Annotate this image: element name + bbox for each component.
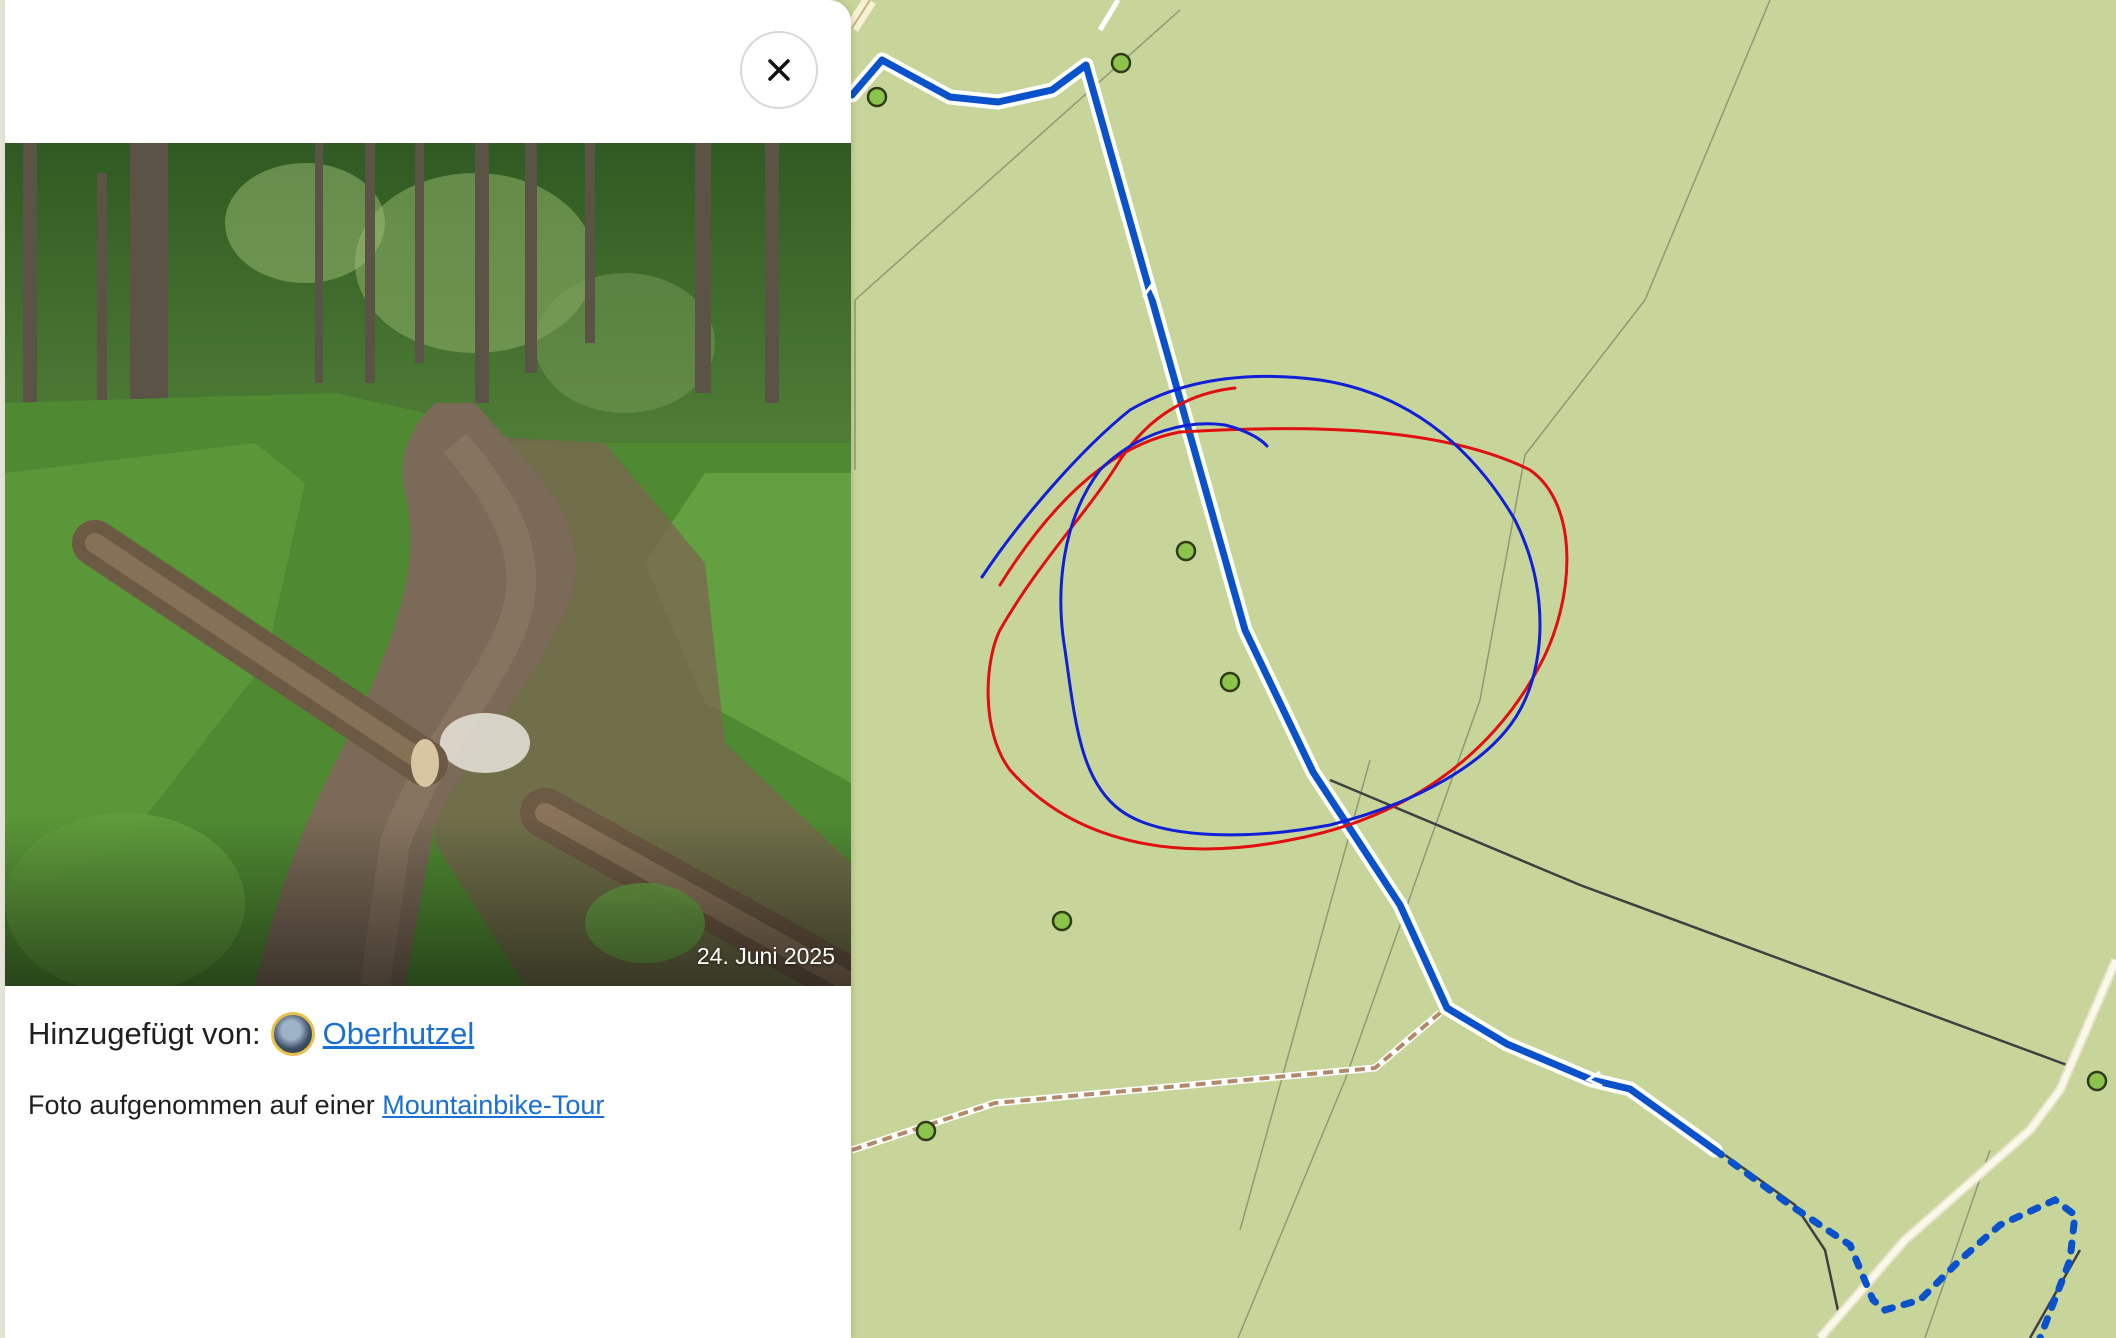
footpath <box>851 1011 1442 1152</box>
photo-caption-text: Foto aufgenommen auf einer <box>28 1090 375 1120</box>
poi-marker[interactable] <box>2086 1070 2108 1092</box>
author-link[interactable]: Oberhutzel <box>323 1016 475 1052</box>
avatar[interactable] <box>270 1012 315 1056</box>
route-outline <box>844 52 1723 1158</box>
annotation-red-circle <box>986 386 1569 851</box>
tour-link[interactable]: Mountainbike-Tour <box>382 1090 604 1120</box>
trail-photo[interactable]: 24. Juni 2025 <box>5 143 851 986</box>
app-window: 24. Juni 2025 Hinzugefügt von: Oberhutze… <box>0 0 2116 1338</box>
photo-image <box>5 143 851 986</box>
added-by-label: Hinzugefügt von: <box>28 1016 261 1051</box>
photo-date: 24. Juni 2025 <box>696 943 835 969</box>
poi-marker[interactable] <box>1051 910 1073 932</box>
photo-caption: Foto aufgenommen auf einer Mountainbike-… <box>28 1090 604 1121</box>
road <box>1097 0 1121 32</box>
tour-route[interactable] <box>848 56 1719 1154</box>
poi-marker[interactable] <box>1175 540 1197 562</box>
close-icon <box>768 59 790 81</box>
footpath-outline <box>850 1010 1443 1154</box>
poi-marker[interactable] <box>915 1120 937 1142</box>
poi-marker[interactable] <box>1110 52 1132 74</box>
poi-marker[interactable] <box>1219 671 1241 693</box>
boundary-line <box>854 9 1181 301</box>
added-by-row: Hinzugefügt von: Oberhutzel <box>28 1012 474 1056</box>
poi-markers[interactable] <box>866 52 2108 1142</box>
photo-detail-panel: 24. Juni 2025 Hinzugefügt von: Oberhutze… <box>5 0 851 1338</box>
track-line <box>1329 778 2076 1070</box>
close-button[interactable] <box>740 31 818 109</box>
poi-marker[interactable] <box>866 86 888 108</box>
track-line <box>1724 1153 1842 1321</box>
track-line <box>2028 1249 2082 1338</box>
